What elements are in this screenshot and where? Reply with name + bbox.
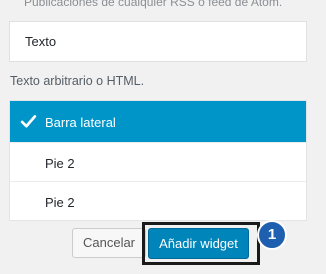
area-item-label: Pie 2 [45,195,75,210]
widget-title: Texto [25,34,57,49]
widget-area-list: Barra lateral Pie 2 Pie 2 [9,100,307,221]
widget-description: Texto arbitrario o HTML. [10,74,145,88]
cancel-button[interactable]: Cancelar [72,228,146,258]
add-widget-button[interactable]: Añadir widget [148,228,249,259]
area-item-sidebar[interactable]: Barra lateral [10,101,306,142]
area-item-label: Pie 2 [45,156,75,171]
area-item-footer-2[interactable]: Pie 2 [10,142,306,181]
checkmark-icon [20,115,37,128]
step-number-badge: 1 [257,220,287,250]
widget-title-box[interactable]: Texto [9,21,307,62]
area-item-footer-2b[interactable]: Pie 2 [10,181,306,220]
area-item-label: Barra lateral [45,115,116,130]
previous-widget-description: Publicaciones de cualquier RSS o feed de… [24,0,283,9]
